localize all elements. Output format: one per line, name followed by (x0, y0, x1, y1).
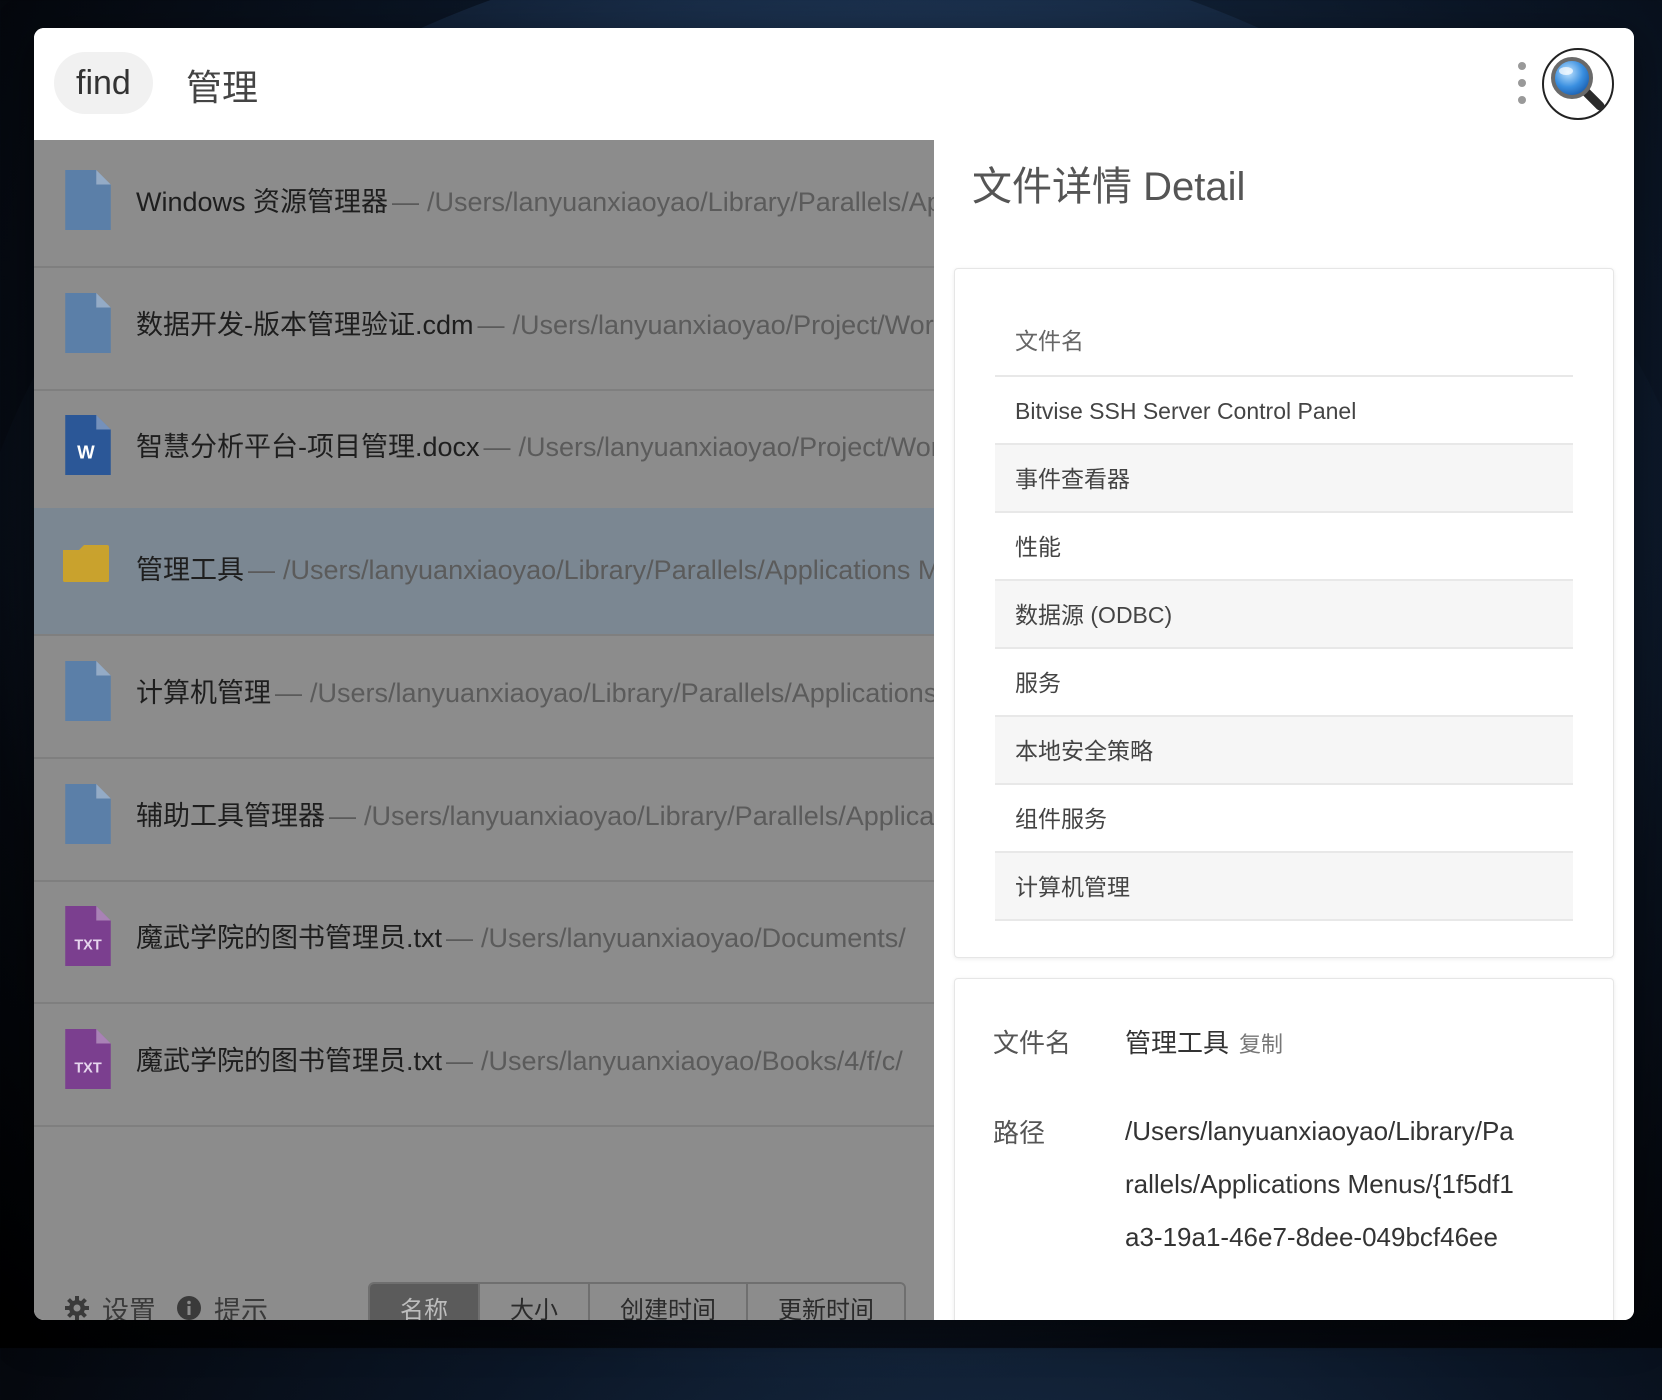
path-line: rallels/Applications Menus/{1f5df1 (1125, 1169, 1514, 1199)
contents-card: 文件名 Bitvise SSH Server Control Panel 事件查看… (954, 268, 1614, 958)
result-path: /Users/lanyuanxiaoyao/Library/Parallels/… (427, 187, 934, 217)
result-path: /Users/lanyuanxiaoyao/Documents/ (481, 923, 906, 954)
detail-title: 文件详情 Detail (972, 165, 1246, 209)
contents-table: 文件名 Bitvise SSH Server Control Panel 事件查看… (995, 307, 1573, 921)
results-list: Windows 资源管理器 —/Users/lanyuanxiaoyao/Libr… (34, 140, 934, 1320)
result-name: 计算机管理 (136, 677, 271, 708)
result-separator: — (446, 1045, 474, 1076)
app-window: find Windows 资源管理器—/Users/lanyuanxiaoyao… (34, 28, 1634, 1320)
mode-pill[interactable]: find (54, 52, 153, 114)
result-text: 魔武学院的图书管理员.txt —/Users/lanyuanxiaoyao/Doc… (136, 876, 934, 1004)
result-row[interactable]: 辅助工具管理器 — /Users/lanyuanxiaoyao/Library/Pa… (34, 754, 934, 882)
path-line: a3-19a1-46e7-8dee-049bcf46ee (1125, 1222, 1498, 1252)
result-text: 智慧分析平台-项目管理.docx —/Users/lanyuanxiaoyao/P… (136, 385, 934, 513)
path-label: 路径 (993, 1118, 1046, 1148)
sort-by-size-button[interactable]: 大小 (480, 1284, 590, 1320)
settings-label: 设置 (102, 1295, 156, 1321)
result-name: 管理工具 (136, 555, 244, 586)
result-path: /Users/lanyuanxiaoyao/Project/Work/ (518, 432, 934, 463)
result-separator: — (477, 309, 505, 340)
result-row[interactable]: TXT 魔武学院的图书管理员.txt —/Users/lanyuanxiaoyao/… (34, 999, 934, 1127)
result-row[interactable]: Windows 资源管理器 —/Users/lanyuanxiaoyao/Libr… (34, 140, 934, 268)
contents-item[interactable]: 事件查看器 (995, 445, 1573, 513)
gear-icon (65, 1296, 89, 1320)
file-icon (65, 292, 111, 353)
search-button[interactable] (1542, 48, 1614, 120)
contents-item[interactable]: Bitvise SSH Server Control Panel (995, 377, 1573, 445)
result-path: /Users/lanyuanxiaoyao/Library/Parallels/… (283, 555, 934, 586)
path-line: /Users/lanyuanxiaoyao/Library/Pa (1125, 1116, 1514, 1146)
file-icon (65, 783, 111, 844)
svg-text:W: W (77, 442, 95, 463)
path-value: /Users/lanyuanxiaoyao/Library/Pa rallels… (1125, 1105, 1555, 1264)
result-name: 数据开发-版本管理验证.cdm (136, 309, 474, 340)
copy-button[interactable]: 复制 (1239, 1032, 1283, 1057)
result-separator: — (446, 923, 474, 954)
sort-by-name-button[interactable]: 名称 (370, 1284, 480, 1320)
result-row[interactable]: TXT 魔武学院的图书管理员.txt —/Users/lanyuanxiaoyao/… (34, 876, 934, 1005)
result-row[interactable]: 数据开发-版本管理验证.cdm —/Users/lanyuanxiaoyao/Pr… (34, 263, 934, 391)
sort-by-updated-button[interactable]: 更新时间 (748, 1284, 904, 1320)
result-separator: — (392, 187, 420, 217)
result-name: 魔武学院的图书管理员.txt (136, 923, 443, 954)
tips-button[interactable]: 提示 (176, 1288, 268, 1320)
contents-item[interactable]: 服务 (995, 649, 1573, 717)
name-value: 管理工具 (1125, 1028, 1230, 1058)
result-separator: — (329, 800, 356, 831)
settings-button[interactable]: 设置 (64, 1288, 156, 1320)
contents-table-header: 文件名 (995, 307, 1573, 377)
result-path: /Users/lanyuanxiaoyao/Project/Work/ (512, 309, 935, 340)
result-text: 魔武学院的图书管理员.txt —/Users/lanyuanxiaoyao/Boo… (136, 999, 934, 1127)
result-separator: — (248, 555, 275, 586)
magnifier-icon (1551, 57, 1605, 111)
more-menu-icon[interactable] (1514, 62, 1530, 104)
result-name: Windows 资源管理器 (136, 187, 389, 217)
result-name: 辅助工具管理器 (136, 800, 325, 831)
name-label: 文件名 (993, 1028, 1072, 1058)
result-path: /Users/lanyuanxiaoyao/Library/Parallels/… (310, 677, 934, 708)
result-row[interactable]: W 智慧分析平台-项目管理.docx —/Users/lanyuanxiaoyao/… (34, 385, 934, 514)
result-name: 魔武学院的图书管理员.txt (136, 1045, 443, 1076)
result-row[interactable]: 管理工具 — /Users/lanyuanxiaoyao/Library/Paral… (34, 508, 934, 637)
search-bar: find (34, 28, 1634, 140)
file-icon (65, 660, 111, 721)
sort-by-created-button[interactable]: 创建时间 (590, 1284, 748, 1320)
svg-text:TXT: TXT (74, 938, 101, 954)
info-icon (177, 1296, 201, 1320)
result-text: Windows 资源管理器 —/Users/lanyuanxiaoyao/Libr… (136, 140, 934, 268)
file-icon (65, 170, 111, 230)
result-text: 数据开发-版本管理验证.cdm —/Users/lanyuanxiaoyao/Pr… (136, 263, 934, 391)
result-text: 计算机管理 — /Users/lanyuanxiaoyao/Library/Para… (136, 631, 934, 759)
result-path: /Users/lanyuanxiaoyao/Library/Parallels/… (364, 800, 934, 831)
result-path: /Users/lanyuanxiaoyao/Books/4/f/c/ (481, 1045, 903, 1076)
contents-item[interactable]: 组件服务 (995, 785, 1573, 853)
result-separator: — (275, 677, 302, 708)
svg-text:TXT: TXT (74, 1060, 101, 1076)
contents-item[interactable]: 本地安全策略 (995, 717, 1573, 785)
result-name: 智慧分析平台-项目管理.docx (136, 432, 480, 463)
contents-item[interactable]: 性能 (995, 513, 1573, 581)
contents-item[interactable]: 数据源 (ODBC) (995, 581, 1573, 649)
result-text: 管理工具 — /Users/lanyuanxiaoyao/Library/Paral… (136, 508, 934, 636)
text-file-icon: TXT (65, 1028, 111, 1089)
tips-label: 提示 (214, 1295, 268, 1321)
folder-icon (63, 545, 109, 583)
search-input[interactable] (184, 56, 1488, 114)
result-separator: — (483, 432, 511, 463)
bottom-toolbar: 设置 提示 名称 大小 创建时间 更新时间 (34, 1270, 934, 1320)
result-row[interactable]: 计算机管理 — /Users/lanyuanxiaoyao/Library/Para… (34, 631, 934, 759)
result-text: 辅助工具管理器 — /Users/lanyuanxiaoyao/Library/Pa… (136, 754, 934, 882)
contents-item[interactable]: 计算机管理 (995, 853, 1573, 921)
text-file-icon: TXT (65, 906, 111, 967)
word-document-icon: W (65, 415, 111, 476)
name-value-row: 管理工具 复制 (1125, 1017, 1555, 1071)
info-card: 文件名 管理工具 复制 路径 /Users/lanyuanxiaoyao/Libr… (954, 978, 1614, 1320)
sort-button-group: 名称 大小 创建时间 更新时间 (368, 1282, 906, 1320)
detail-panel: 文件详情 Detail 文件名 Bitvise SSH Server Contr… (934, 140, 1634, 1320)
